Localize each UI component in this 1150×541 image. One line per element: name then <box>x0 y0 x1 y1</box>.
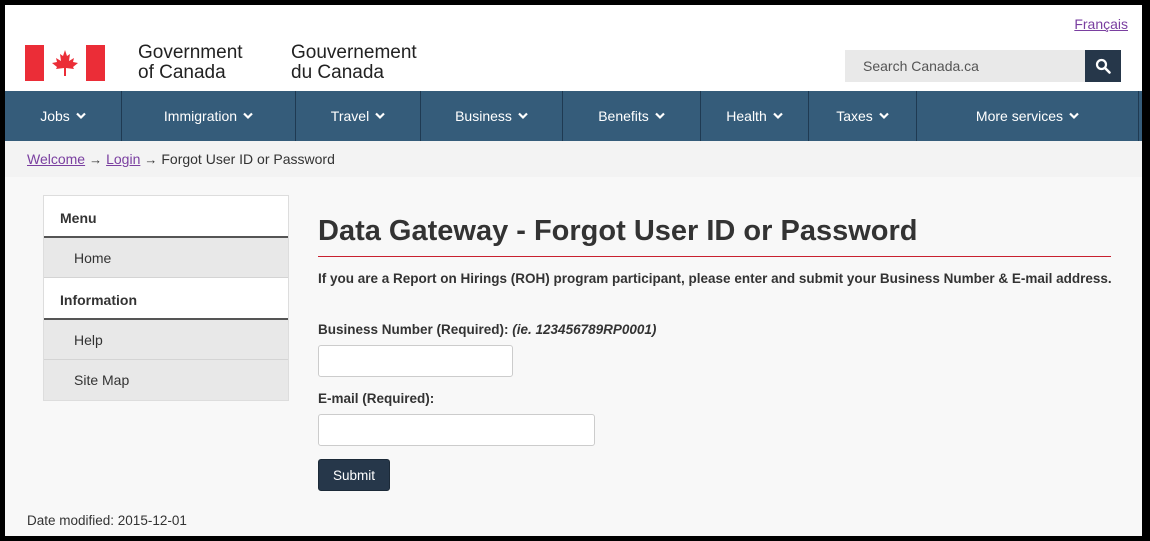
chevron-down-icon <box>879 112 889 120</box>
menu-benefits-label: Benefits <box>598 108 649 124</box>
menu-more-services[interactable]: More services <box>917 91 1139 141</box>
canada-flag-logo <box>25 45 105 81</box>
sidebar-item-site-map[interactable]: Site Map <box>44 360 288 400</box>
search-button[interactable] <box>1085 50 1121 82</box>
page-title: Data Gateway - Forgot User ID or Passwor… <box>318 215 1111 257</box>
language-toggle-link[interactable]: Français <box>1074 16 1128 32</box>
chevron-down-icon <box>375 112 385 120</box>
government-signature-fr: Gouvernement du Canada <box>291 43 417 83</box>
government-signature-en: Government of Canada <box>138 43 243 83</box>
main-content: Menu Home Information Help Site Map Data… <box>5 177 1142 536</box>
email-label: E-mail (Required): <box>318 391 435 406</box>
menu-business[interactable]: Business <box>421 91 563 141</box>
information-heading: Information <box>44 278 288 320</box>
menu-taxes-label: Taxes <box>836 108 873 124</box>
menu-travel-label: Travel <box>330 108 370 124</box>
menu-more-services-label: More services <box>975 108 1064 124</box>
breadcrumb-current: Forgot User ID or Password <box>161 151 335 167</box>
search-input[interactable] <box>845 50 1085 82</box>
menu-business-label: Business <box>455 108 512 124</box>
signature-fr-line2: du Canada <box>291 62 384 83</box>
menu-jobs[interactable]: Jobs <box>5 91 122 141</box>
breadcrumb-arrow-icon: → <box>144 152 158 167</box>
section-menu: Menu Home Information Help Site Map <box>43 195 289 401</box>
menu-heading: Menu <box>44 196 288 238</box>
menu-benefits[interactable]: Benefits <box>563 91 701 141</box>
breadcrumb-login-link[interactable]: Login <box>106 151 140 167</box>
sidebar-item-help[interactable]: Help <box>44 320 288 360</box>
search-icon <box>1095 58 1111 74</box>
business-number-example: (ie. 123456789RP0001) <box>512 322 657 337</box>
menu-travel[interactable]: Travel <box>296 91 421 141</box>
email-input[interactable] <box>318 414 595 446</box>
maple-leaf-icon <box>52 50 78 76</box>
menu-taxes[interactable]: Taxes <box>809 91 917 141</box>
business-number-input[interactable] <box>318 345 513 377</box>
chevron-down-icon <box>1069 112 1079 120</box>
breadcrumb: Welcome → Login → Forgot User ID or Password <box>5 141 1142 177</box>
chevron-down-icon <box>243 112 253 120</box>
menu-jobs-label: Jobs <box>40 108 70 124</box>
menu-health[interactable]: Health <box>701 91 809 141</box>
sidebar-item-home[interactable]: Home <box>44 238 288 278</box>
signature-fr-line1: Gouvernement <box>291 42 417 63</box>
intro-text: If you are a Report on Hirings (ROH) pro… <box>318 271 1112 286</box>
chevron-down-icon <box>772 112 783 120</box>
breadcrumb-arrow-icon: → <box>89 152 103 167</box>
date-modified: Date modified: 2015-12-01 <box>27 513 187 528</box>
submit-button[interactable]: Submit <box>318 459 390 491</box>
main-menu-bar: Jobs Immigration Travel Business Benefit… <box>5 91 1142 141</box>
menu-health-label: Health <box>726 108 767 124</box>
menu-immigration-label: Immigration <box>163 108 238 124</box>
chevron-down-icon <box>76 112 86 120</box>
site-search <box>845 50 1121 82</box>
signature-en-line2: of Canada <box>138 62 226 83</box>
menu-immigration[interactable]: Immigration <box>122 91 296 141</box>
chevron-down-icon <box>655 112 665 120</box>
business-number-label: Business Number (Required): (ie. 1234567… <box>318 322 656 337</box>
signature-en-line1: Government <box>138 42 243 63</box>
business-number-label-text: Business Number (Required): <box>318 322 513 337</box>
breadcrumb-welcome-link[interactable]: Welcome <box>27 151 85 167</box>
chevron-down-icon <box>518 112 528 120</box>
page: Français Government of Canada Gouverneme… <box>5 5 1142 536</box>
